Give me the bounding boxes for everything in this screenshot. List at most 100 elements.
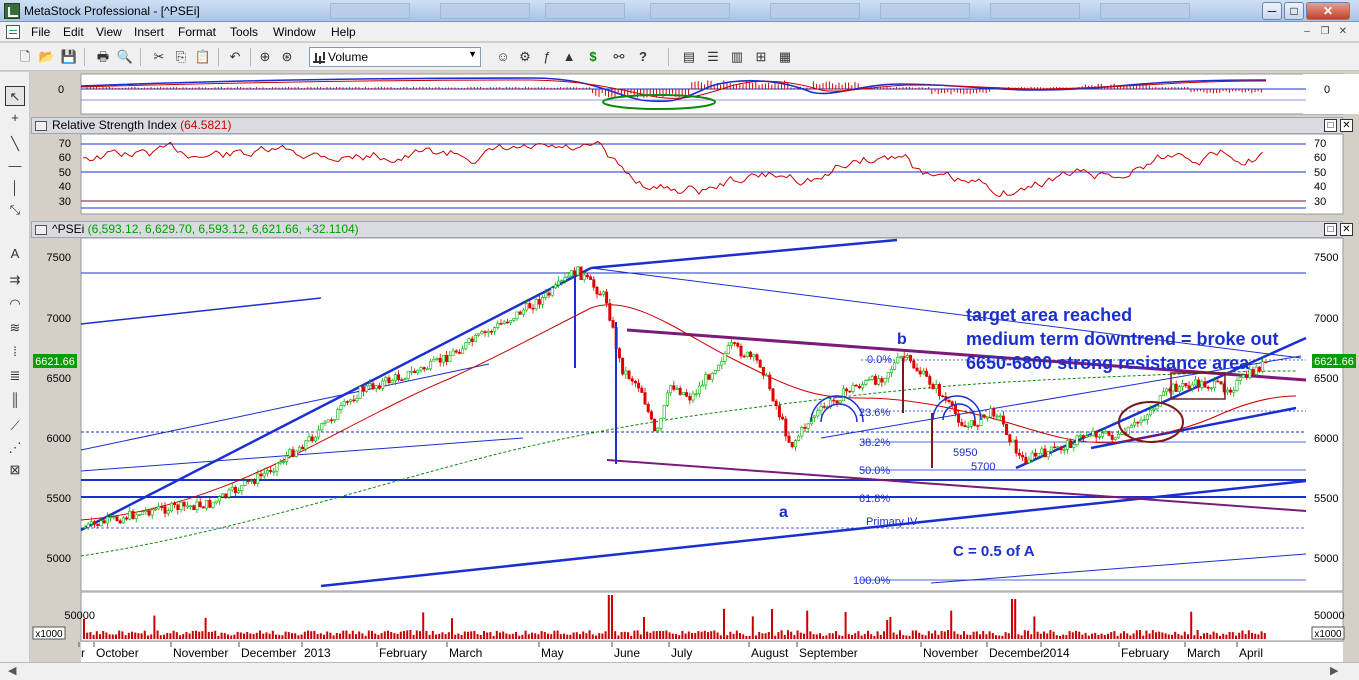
- menu-insert[interactable]: Insert: [134, 25, 164, 39]
- window-cascade-icon[interactable]: ▤: [680, 48, 698, 66]
- save-icon[interactable]: 💾: [60, 48, 78, 66]
- cycle-lines-tool-icon[interactable]: ║: [5, 390, 25, 410]
- regression-tool-icon[interactable]: ⟋: [5, 416, 25, 436]
- macd-pane[interactable]: 0 0: [31, 72, 1359, 116]
- metastock-app-icon[interactable]: [4, 3, 20, 19]
- candle-body: [883, 377, 887, 383]
- date-axis-label: April: [1239, 646, 1263, 660]
- minimize-button[interactable]: ─: [1262, 2, 1282, 20]
- volume-bar: [931, 633, 933, 639]
- candle-body: [281, 461, 285, 463]
- maximize-button[interactable]: □: [1284, 2, 1304, 20]
- new-icon[interactable]: 🗋: [16, 48, 34, 66]
- pointer-tool-icon[interactable]: ↖: [5, 86, 25, 106]
- volume-bar: [147, 635, 149, 639]
- menu-window[interactable]: Window: [273, 25, 316, 39]
- dollar-icon[interactable]: $: [584, 48, 602, 66]
- menu-help[interactable]: Help: [331, 25, 356, 39]
- copy-icon[interactable]: ⎘: [172, 48, 190, 66]
- volume-bar: [1190, 611, 1193, 639]
- candle-body: [182, 501, 186, 507]
- price-pane-restore-icon[interactable]: □: [1324, 223, 1337, 236]
- fib-fan-tool-icon[interactable]: ≋: [5, 318, 25, 338]
- rsi-pane-close-icon[interactable]: ✕: [1340, 119, 1353, 132]
- candle-body: [710, 372, 714, 380]
- scroll-right-icon[interactable]: ▶: [1330, 664, 1338, 677]
- menu-tools[interactable]: Tools: [230, 25, 258, 39]
- rsi-pane[interactable]: Relative Strength Index (64.5821) □ ✕ 70…: [31, 117, 1359, 216]
- gann-fan-tool-icon[interactable]: ⋰: [5, 438, 25, 458]
- print-icon[interactable]: 🖶: [94, 48, 112, 66]
- candle-body: [1209, 387, 1213, 390]
- horizontal-scrollbar[interactable]: ◀ ▶: [0, 662, 1359, 680]
- scroll-left-icon[interactable]: ◀: [8, 664, 16, 677]
- close-button[interactable]: ✕: [1306, 2, 1350, 20]
- mdi-minimize-icon[interactable]: –: [1300, 26, 1314, 38]
- volume-bar: [1142, 635, 1145, 639]
- open-icon[interactable]: 📂: [38, 48, 56, 66]
- date-axis-label: December: [241, 646, 296, 660]
- candle-body: [1200, 381, 1204, 388]
- candle-body: [861, 384, 865, 389]
- mdi-restore-icon[interactable]: ❐: [1318, 26, 1332, 38]
- price-chart-icon: [35, 225, 47, 235]
- crosshair-tool-icon[interactable]: +: [5, 108, 25, 128]
- crosshair-icon[interactable]: ⊕: [256, 48, 274, 66]
- price-pane-close-icon[interactable]: ✕: [1340, 223, 1353, 236]
- text-tool-icon[interactable]: A: [5, 244, 25, 264]
- menu-view[interactable]: View: [96, 25, 122, 39]
- candle-body: [137, 514, 141, 516]
- candle-body: [422, 367, 426, 370]
- menu-file[interactable]: File: [31, 25, 50, 39]
- tile-vertical-icon[interactable]: ▥: [728, 48, 746, 66]
- binoculars-icon[interactable]: ⚯: [610, 48, 628, 66]
- volume-bar: [854, 633, 857, 639]
- menu-format[interactable]: Format: [178, 25, 216, 39]
- undo-icon[interactable]: ↶: [226, 48, 244, 66]
- candle-body: [873, 375, 877, 385]
- menu-edit[interactable]: Edit: [63, 25, 84, 39]
- volume-bar: [598, 633, 601, 639]
- candle-body: [1235, 380, 1239, 391]
- candle-body: [742, 355, 746, 358]
- zoom-icon[interactable]: ⊛: [278, 48, 296, 66]
- mdi-close-icon[interactable]: ✕: [1336, 26, 1350, 38]
- andrews-pitchfork-tool-icon[interactable]: ⊠: [5, 460, 25, 480]
- fib-extension-tool-icon[interactable]: ≣: [5, 366, 25, 386]
- volume-bar: [559, 634, 562, 639]
- volume-pane[interactable]: 50000 50000 x1000 x1000: [31, 591, 1359, 642]
- system-tester-icon[interactable]: ▲: [560, 48, 578, 66]
- channel-tool-icon[interactable]: ⇉: [5, 270, 25, 290]
- candle-body: [304, 440, 308, 450]
- vertical-line-tool-icon[interactable]: │: [5, 178, 25, 198]
- indicator-select[interactable]: Volume ▼: [309, 47, 481, 67]
- expert-advisor-icon[interactable]: ☺: [494, 48, 512, 66]
- volume-bar: [963, 631, 965, 639]
- paste-icon[interactable]: 📋: [194, 48, 212, 66]
- speed-resistance-tool-icon[interactable]: ⤡: [5, 200, 25, 220]
- fib-arcs-tool-icon[interactable]: ◠: [5, 294, 25, 314]
- candle-body: [262, 472, 266, 477]
- volume-bar: [515, 632, 517, 639]
- rsi-pane-restore-icon[interactable]: □: [1324, 119, 1337, 132]
- fib-retracement-tool-icon[interactable]: ⁞: [5, 342, 25, 362]
- tile-grid-icon[interactable]: ⊞: [752, 48, 770, 66]
- volume-bar: [902, 635, 905, 639]
- help-pointer-icon[interactable]: ?: [634, 48, 652, 66]
- explorer-icon[interactable]: ⚙: [516, 48, 534, 66]
- candle-body: [1197, 379, 1201, 388]
- print-preview-icon[interactable]: 🔍: [116, 48, 134, 66]
- chart-document-icon[interactable]: [6, 25, 20, 39]
- cut-icon[interactable]: ✂: [150, 48, 168, 66]
- candle-body: [1177, 386, 1181, 392]
- price-pane[interactable]: ^PSEi (6,593.12, 6,629.70, 6,593.12, 6,6…: [31, 221, 1359, 592]
- candle-body: [1254, 366, 1258, 375]
- horizontal-line-tool-icon[interactable]: —: [5, 156, 25, 176]
- layout-icon[interactable]: ▦: [776, 48, 794, 66]
- volume-bar: [319, 633, 322, 639]
- volume-bar: [1119, 633, 1122, 639]
- volume-bar: [835, 631, 837, 639]
- indicator-builder-icon[interactable]: ƒ: [538, 48, 556, 66]
- tile-horizontal-icon[interactable]: ☰: [704, 48, 722, 66]
- trendline-tool-icon[interactable]: ╲: [5, 134, 25, 154]
